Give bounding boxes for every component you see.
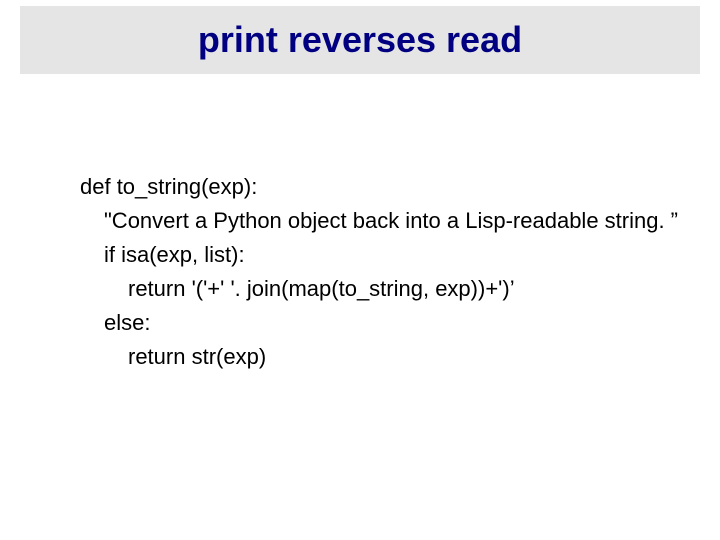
code-line-def: def to_string(exp): bbox=[80, 170, 678, 204]
code-line-if: if isa(exp, list): bbox=[80, 238, 678, 272]
slide-title: print reverses read bbox=[198, 19, 522, 61]
code-block: def to_string(exp): "Convert a Python ob… bbox=[80, 170, 678, 375]
code-line-else: else: bbox=[80, 306, 678, 340]
code-line-return-str: return str(exp) bbox=[80, 340, 678, 374]
title-bar: print reverses read bbox=[20, 6, 700, 74]
code-line-docstring: "Convert a Python object back into a Lis… bbox=[80, 204, 678, 238]
code-line-return-join: return '('+' '. join(map(to_string, exp)… bbox=[80, 272, 678, 306]
